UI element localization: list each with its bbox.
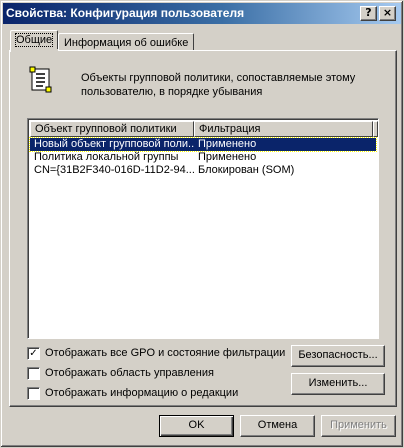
ok-button[interactable]: OK — [159, 415, 234, 437]
column-filler — [373, 121, 378, 137]
list-row[interactable]: CN={31B2F340-016D-11D2-94... Блокирован … — [30, 164, 376, 177]
show-scope-checkbox[interactable]: Отображать область управления — [27, 367, 297, 381]
checkbox-icon[interactable] — [27, 367, 40, 380]
close-button[interactable]: × — [379, 6, 396, 21]
checkbox-checked-icon[interactable]: ✓ — [27, 347, 40, 360]
row-filter-status: Применено — [198, 138, 257, 150]
list-header: Объект групповой политики Фильтрация — [30, 121, 378, 137]
row-gpo-name: Политика локальной группы — [34, 151, 179, 163]
row-gpo-name: CN={31B2F340-016D-11D2-94... — [34, 164, 194, 176]
row-filter-status: Блокирован (SOM) — [198, 164, 295, 176]
scroll-policy-icon — [29, 66, 52, 93]
show-scope-label: Отображать область управления — [45, 367, 214, 379]
tab-general-label: Общие — [14, 33, 54, 47]
help-button[interactable]: ? — [360, 6, 377, 21]
show-all-gpo-checkbox[interactable]: ✓ Отображать все GPO и состояние фильтра… — [27, 347, 297, 361]
tab-error-info[interactable]: Информация об ошибке — [58, 33, 195, 51]
row-filter-status: Применено — [198, 151, 257, 163]
title-bar[interactable]: Свойства: Конфигурация пользователя ? × — [3, 3, 401, 24]
column-filtering[interactable]: Фильтрация — [194, 121, 373, 137]
cancel-button[interactable]: Отмена — [240, 415, 315, 437]
security-button[interactable]: Безопасность... — [291, 345, 385, 367]
apply-button[interactable]: Применить — [321, 415, 396, 437]
tab-join — [11, 49, 58, 52]
show-revision-label: Отображать информацию о редакции — [45, 387, 239, 399]
window-title: Свойства: Конфигурация пользователя — [6, 6, 245, 20]
show-all-gpo-label: Отображать все GPO и состояние фильтраци… — [45, 347, 286, 359]
gpo-list[interactable]: Объект групповой политики Фильтрация Нов… — [27, 118, 379, 339]
description-text: Объекты групповой политики, сопоставляем… — [81, 72, 356, 98]
change-button[interactable]: Изменить... — [291, 373, 385, 395]
column-gpo[interactable]: Объект групповой политики — [30, 121, 194, 137]
list-row[interactable]: Политика локальной группы Применено — [30, 151, 376, 164]
show-revision-checkbox[interactable]: Отображать информацию о редакции — [27, 387, 297, 401]
row-gpo-name: Новый объект групповой поли... — [34, 138, 194, 150]
list-row[interactable]: Новый объект групповой поли... Применено — [29, 137, 377, 152]
checkbox-icon[interactable] — [27, 387, 40, 400]
properties-dialog: Свойства: Конфигурация пользователя ? × … — [0, 0, 404, 448]
tab-error-info-label: Информация об ошибке — [64, 37, 189, 49]
